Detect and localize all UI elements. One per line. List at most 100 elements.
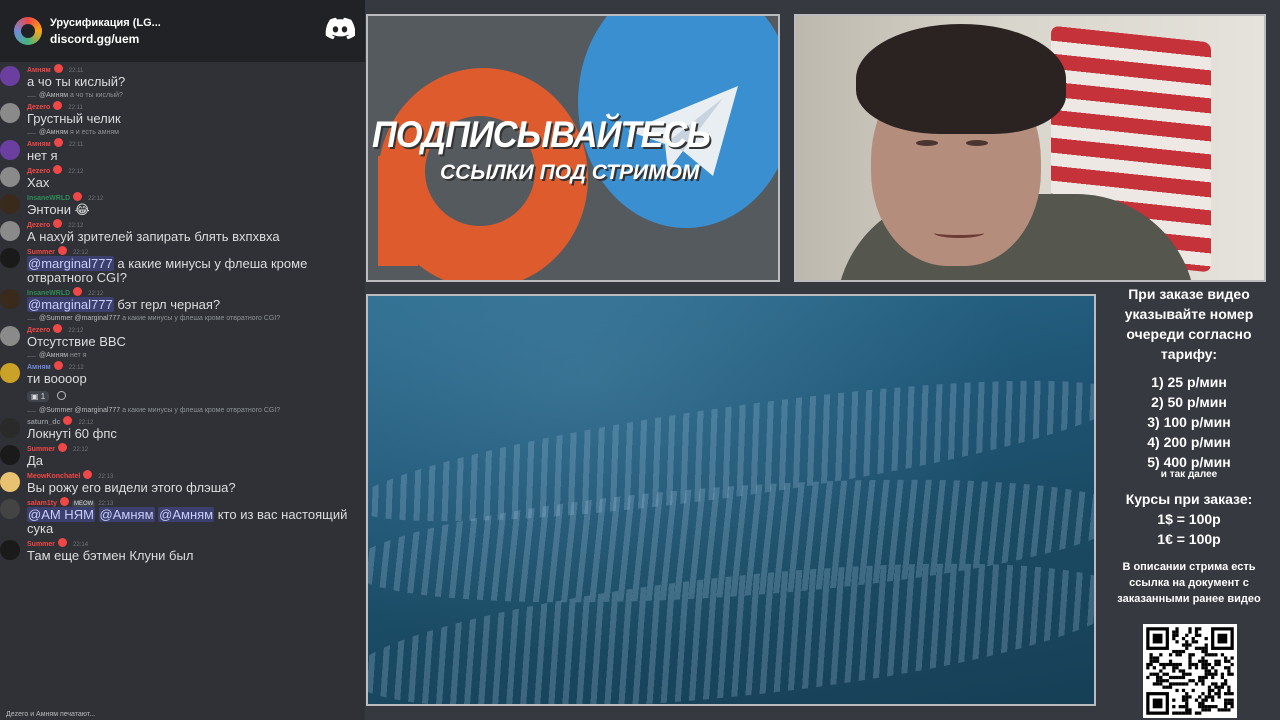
reply-preview[interactable]: @Summer @marginal777 а какие минусы у фл… — [27, 406, 365, 416]
avatar[interactable] — [0, 363, 20, 383]
chat-message[interactable]: @Summer @marginal777 а какие минусы у фл… — [0, 406, 365, 441]
role-badge-icon — [83, 470, 93, 479]
reply-text: нет я — [70, 352, 87, 359]
user-mention[interactable]: @marginal777 — [27, 256, 114, 271]
username[interactable]: Summer — [27, 249, 55, 256]
chat-message[interactable]: @Амням я и есть амням Амням 22:11 нет я — [0, 128, 365, 163]
order-info-panel: При заказе видео указывайте номер очеред… — [1098, 284, 1280, 720]
username[interactable]: Summer — [27, 446, 55, 453]
avatar[interactable] — [0, 140, 20, 160]
patreon-logo-stem — [378, 156, 418, 266]
username[interactable]: Дezero — [27, 327, 50, 334]
role-badge-icon — [73, 287, 83, 296]
discord-chat-panel: Урусификация (LG... discord.gg/uem Амням… — [0, 0, 365, 720]
reply-preview[interactable]: @Summer @marginal777 а какие минусы у фл… — [27, 314, 365, 324]
discord-logo-icon — [325, 17, 355, 40]
username[interactable]: MeowKonchatel — [27, 473, 80, 480]
rate-item: 3) 100 р/мин — [1147, 414, 1231, 430]
username[interactable]: saturn_dc — [27, 419, 60, 426]
video-player[interactable] — [366, 294, 1096, 706]
username[interactable]: InsaneWRLD — [27, 195, 70, 202]
server-info: Урусификация (LG... discord.gg/uem — [50, 17, 161, 46]
reply-user: @Амням — [39, 92, 69, 99]
role-badge-icon — [53, 324, 63, 333]
role-badge-icon — [53, 361, 63, 370]
server-invite-link[interactable]: discord.gg/uem — [50, 32, 161, 46]
chat-message[interactable]: Summer 22:12 Да — [0, 443, 365, 468]
typing-indicator: Дezero и Амням печатают... — [6, 711, 96, 718]
message-text: А нахуй зрителей запирать блять вхпхвха — [27, 229, 280, 244]
timestamp: 22:11 — [68, 142, 84, 148]
message-text: ти воооор — [27, 371, 87, 386]
message-text: Локнуті 60 фпс — [27, 426, 117, 441]
user-mention[interactable]: @marginal777 — [27, 297, 114, 312]
timestamp: 22:12 — [68, 169, 84, 175]
username[interactable]: InsaneWRLD — [27, 290, 70, 297]
chat-message[interactable]: Summer 22:14 Там еще бэтмен Клуни был — [0, 538, 365, 563]
video-light-overlay — [368, 296, 1094, 704]
qr-code-icon[interactable] — [1143, 624, 1237, 718]
reaction-button[interactable]: ▣ 1 — [27, 391, 50, 402]
chat-message[interactable]: Амням 22:11 а чо ты кислый? — [0, 64, 365, 89]
chat-message[interactable]: salam1ty MEOW 22:13 @АМ НЯМ @Амням @Амням к… — [0, 497, 365, 536]
role-badge-icon — [73, 192, 83, 201]
timestamp: 22:12 — [88, 196, 104, 202]
username[interactable]: Дezero — [27, 104, 50, 111]
avatar[interactable] — [0, 221, 20, 241]
avatar[interactable] — [0, 418, 20, 438]
message-text: @marginal777 а какие минусы у флеша кром… — [27, 256, 365, 285]
chat-message[interactable]: MeowKonchatel 22:13 Вы рожу его видели это… — [0, 470, 365, 495]
avatar[interactable] — [0, 472, 20, 492]
avatar[interactable] — [0, 103, 20, 123]
avatar[interactable] — [0, 445, 20, 465]
avatar[interactable] — [0, 167, 20, 187]
chat-message[interactable]: Дezero 22:12 А нахуй зрителей запирать бля… — [0, 219, 365, 244]
avatar[interactable] — [0, 248, 20, 268]
username[interactable]: Амням — [27, 364, 51, 371]
avatar[interactable] — [0, 66, 20, 86]
avatar[interactable] — [0, 326, 20, 346]
username[interactable]: Summer — [27, 541, 55, 548]
chat-message[interactable]: InsaneWRLD 22:12 @marginal777 бэт герл чер… — [0, 287, 365, 312]
avatar[interactable] — [0, 540, 20, 560]
role-badge-icon — [59, 497, 69, 506]
user-mention[interactable]: @АМ НЯМ — [27, 507, 95, 522]
username[interactable]: Дezero — [27, 168, 50, 175]
promo-banner: ПОДПИСЫВАЙТЕСЬ ССЫЛКИ ПОД СТРИМОМ — [366, 14, 780, 282]
message-text: Энтони 😂 — [27, 202, 90, 217]
chat-message[interactable]: @Амням нет я Амням 22:12 ти воооор ▣ 1 — [0, 351, 365, 404]
avatar[interactable] — [0, 499, 20, 519]
chat-message[interactable]: Дezero 22:12 Хах — [0, 165, 365, 190]
reply-user: @Summer @marginal777 — [39, 407, 121, 414]
username[interactable]: salam1ty — [27, 500, 57, 507]
username[interactable]: Амням — [27, 67, 51, 74]
reply-preview[interactable]: @Амням я и есть амням — [27, 128, 365, 138]
promo-subtitle: ССЫЛКИ ПОД СТРИМОМ — [440, 161, 700, 184]
avatar[interactable] — [0, 289, 20, 309]
chat-message[interactable]: InsaneWRLD 22:12 Энтони 😂 — [0, 192, 365, 217]
username[interactable]: Амням — [27, 141, 51, 148]
message-text: а чо ты кислый? — [27, 74, 126, 89]
message-list[interactable]: Амням 22:11 а чо ты кислый? @Амням а чо ты … — [0, 64, 365, 563]
description-note: В описании стрима есть ссылка на докумен… — [1117, 561, 1261, 605]
chat-message[interactable]: @Summer @marginal777 а какие минусы у фл… — [0, 314, 365, 349]
chat-message[interactable]: Summer 22:12 @marginal777 а какие минусы у… — [0, 246, 365, 285]
role-badge-icon — [53, 101, 63, 110]
user-mention[interactable]: @Амням — [98, 507, 155, 522]
reply-text: я и есть амням — [70, 129, 119, 136]
reaction-row: ▣ 1 — [27, 386, 365, 404]
message-text-part: бэт герл черная? — [113, 297, 221, 312]
reply-preview[interactable]: @Амням а чо ты кислый? — [27, 91, 365, 101]
add-reaction-icon[interactable] — [57, 391, 67, 400]
user-mention[interactable]: @Амням — [158, 507, 215, 522]
username[interactable]: Дezero — [27, 222, 50, 229]
rates-list: 1) 25 р/мин 2) 50 р/мин 3) 100 р/мин 4) … — [1098, 372, 1280, 472]
avatar[interactable] — [0, 194, 20, 214]
chat-message[interactable]: @Амням а чо ты кислый? Дezero 22:11 Грустны… — [0, 91, 365, 126]
server-name: Урусификация (LG... — [50, 16, 161, 29]
reply-preview[interactable]: @Амням нет я — [27, 351, 365, 361]
message-text: Хах — [27, 175, 50, 190]
message-text-part — [95, 507, 99, 522]
streamer-eye-right — [966, 140, 988, 146]
role-badge-icon — [58, 246, 68, 255]
